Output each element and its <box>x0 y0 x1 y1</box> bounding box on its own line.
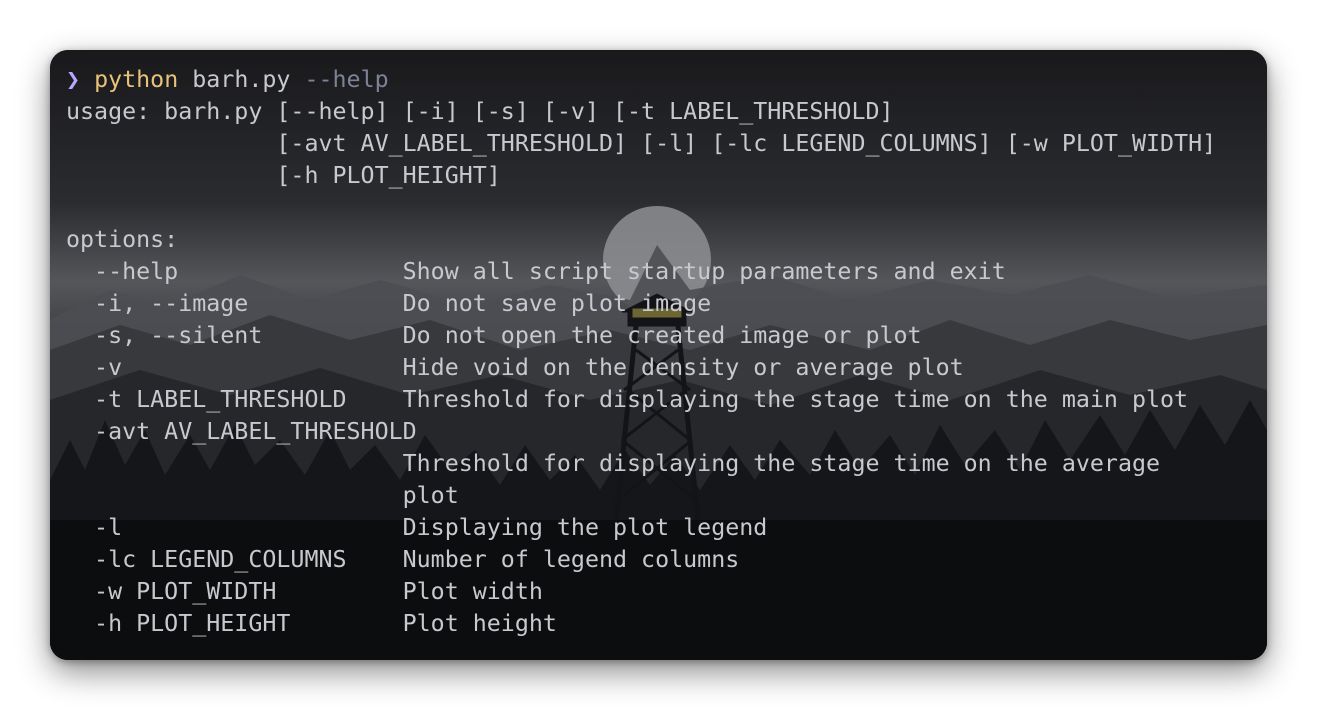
usage-line: [-avt AV_LABEL_THRESHOLD] [-l] [-lc LEGE… <box>66 130 1217 157</box>
prompt-symbol-icon: ❯ <box>66 66 81 93</box>
prompt-line: ❯ python barh.py --help <box>66 64 1216 96</box>
command-flag: --help <box>304 66 389 93</box>
usage-line: [-h PLOT_HEIGHT] <box>66 162 501 189</box>
options-header: options: <box>66 226 179 253</box>
option-line: -l Displaying the plot legend <box>66 514 768 541</box>
command-script: barh.py <box>192 66 291 93</box>
option-line: -avt AV_LABEL_THRESHOLD <box>66 418 417 445</box>
option-line: -lc LEGEND_COLUMNS Number of legend colu… <box>66 546 740 573</box>
option-line: -t LABEL_THRESHOLD Threshold for display… <box>66 386 1189 413</box>
terminal-window[interactable]: ❯ python barh.py --help usage: barh.py [-… <box>50 50 1267 660</box>
option-line: -w PLOT_WIDTH Plot width <box>66 578 543 605</box>
option-line: plot <box>66 482 459 509</box>
option-line: -h PLOT_HEIGHT Plot height <box>66 610 557 637</box>
command-name: python <box>94 66 179 93</box>
option-line: -v Hide void on the density or average p… <box>66 354 964 381</box>
option-line: --help Show all script startup parameter… <box>66 258 1006 285</box>
option-line: -i, --image Do not save plot image <box>66 290 712 317</box>
option-line: -s, --silent Do not open the created ima… <box>66 322 922 349</box>
option-line: Threshold for displaying the stage time … <box>66 450 1161 477</box>
terminal-output[interactable]: ❯ python barh.py --help usage: barh.py [-… <box>66 64 1216 640</box>
usage-line: usage: barh.py [--help] [-i] [-s] [-v] [… <box>66 98 894 125</box>
